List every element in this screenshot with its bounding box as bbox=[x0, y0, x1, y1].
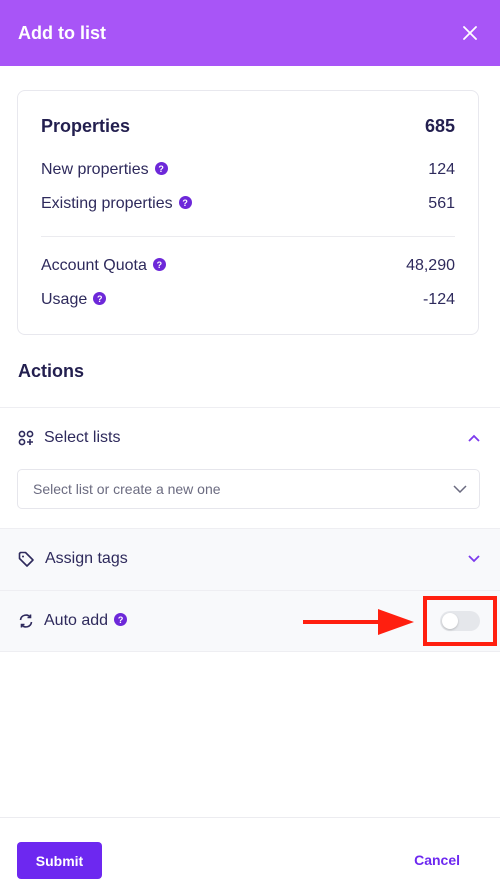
new-properties-label: New properties bbox=[41, 161, 149, 178]
dialog-footer: Submit Cancel bbox=[0, 817, 500, 896]
actions-heading: Actions bbox=[18, 361, 85, 381]
help-icon[interactable]: ? bbox=[93, 292, 107, 306]
new-properties-value: 124 bbox=[428, 161, 455, 178]
help-icon[interactable]: ? bbox=[154, 162, 168, 176]
usage-value: -124 bbox=[422, 291, 455, 308]
dialog-header: Add to list bbox=[0, 0, 500, 66]
divider bbox=[41, 236, 455, 237]
annotation-highlight-box bbox=[423, 596, 497, 646]
help-icon[interactable]: ? bbox=[178, 196, 192, 210]
properties-title: Properties bbox=[41, 116, 131, 136]
chevron-down-icon[interactable] bbox=[468, 555, 480, 563]
new-properties-row: New properties? 124 bbox=[41, 161, 455, 179]
select-lists-header[interactable]: Select lists bbox=[0, 408, 500, 468]
assign-tags-section: Assign tags bbox=[0, 528, 500, 590]
help-icon[interactable]: ? bbox=[152, 258, 166, 272]
list-select-placeholder: Select list or create a new one bbox=[33, 481, 221, 497]
account-quota-value: 48,290 bbox=[406, 257, 455, 274]
account-quota-row: Account Quota? 48,290 bbox=[41, 257, 455, 275]
close-button[interactable] bbox=[458, 21, 482, 45]
list-select-dropdown[interactable]: Select list or create a new one bbox=[17, 469, 480, 509]
dialog-title: Add to list bbox=[18, 22, 106, 43]
select-lists-section: Select lists bbox=[0, 407, 500, 528]
auto-add-label: Auto add bbox=[44, 612, 109, 629]
help-icon[interactable]: ? bbox=[114, 613, 128, 627]
existing-properties-row: Existing properties? 561 bbox=[41, 195, 455, 213]
cancel-button[interactable]: Cancel bbox=[414, 852, 460, 868]
usage-row: Usage? -124 bbox=[41, 291, 455, 309]
assign-tags-header[interactable]: Assign tags bbox=[0, 529, 500, 589]
properties-summary-card: Properties 685 New properties? 124 Exist… bbox=[17, 90, 479, 335]
existing-properties-label: Existing properties bbox=[41, 195, 173, 212]
grid-plus-icon bbox=[18, 430, 34, 446]
chevron-up-icon[interactable] bbox=[468, 434, 480, 442]
select-lists-label: Select lists bbox=[44, 429, 121, 446]
chevron-down-icon bbox=[453, 485, 467, 493]
submit-button[interactable]: Submit bbox=[17, 842, 102, 879]
account-quota-label: Account Quota bbox=[41, 257, 147, 274]
refresh-icon bbox=[19, 614, 33, 628]
existing-properties-value: 561 bbox=[428, 195, 455, 212]
annotation-arrow bbox=[303, 609, 414, 635]
tag-icon bbox=[18, 551, 34, 567]
assign-tags-label: Assign tags bbox=[45, 550, 128, 567]
close-icon bbox=[463, 26, 477, 40]
properties-total-row: Properties 685 bbox=[41, 116, 455, 137]
usage-label: Usage bbox=[41, 291, 88, 308]
properties-total: 685 bbox=[424, 116, 455, 136]
